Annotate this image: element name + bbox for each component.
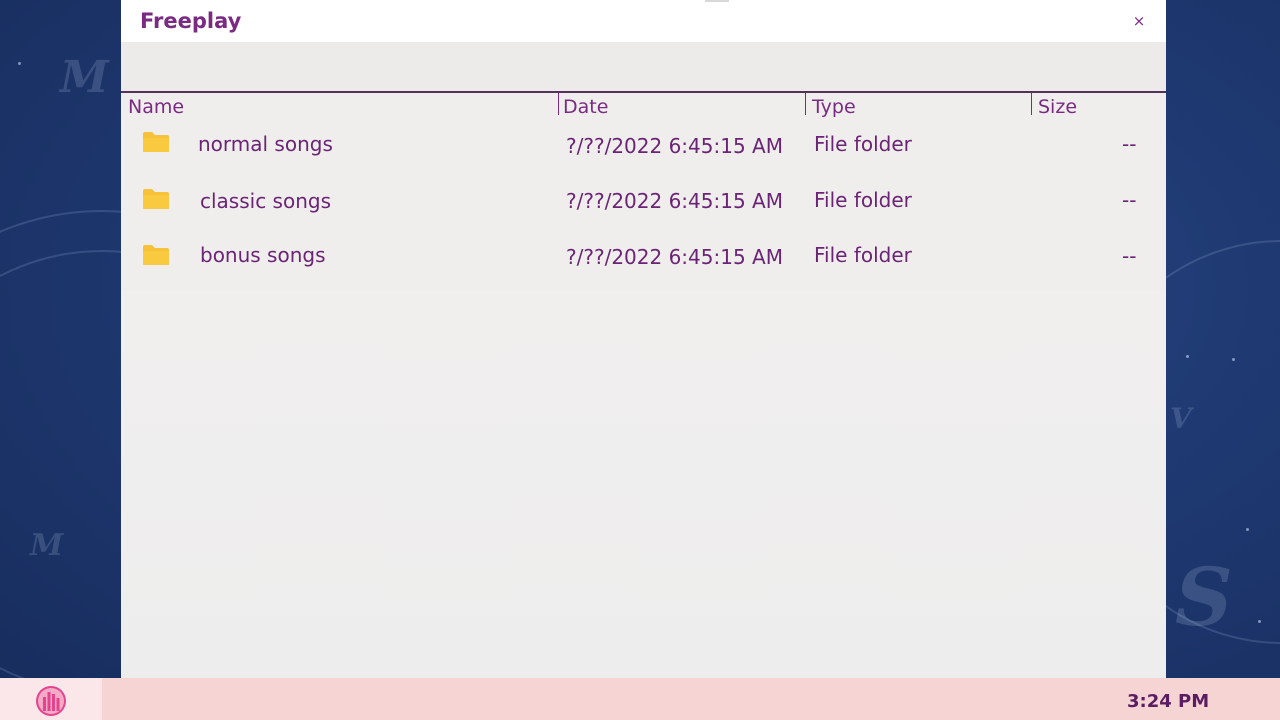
- drag-handle[interactable]: [705, 0, 729, 2]
- file-type: File folder: [814, 243, 912, 267]
- file-size: --: [1122, 132, 1137, 156]
- column-divider[interactable]: [558, 93, 559, 115]
- column-header-date[interactable]: Date: [563, 96, 608, 118]
- file-type: File folder: [814, 188, 912, 212]
- background-watermark: V: [1170, 402, 1192, 435]
- file-size: --: [1122, 244, 1137, 268]
- column-header-type[interactable]: Type: [812, 96, 856, 118]
- background-star: [1186, 355, 1189, 358]
- start-area: [0, 678, 102, 720]
- background-star: [18, 62, 21, 65]
- folder-icon: [143, 132, 169, 152]
- file-row[interactable]: bonus songs ?/??/2022 6:45:15 AM File fo…: [121, 230, 1166, 284]
- file-name: normal songs: [198, 132, 333, 156]
- column-divider[interactable]: [1031, 93, 1032, 115]
- window-titlebar[interactable]: Freeplay ×: [121, 0, 1166, 42]
- folder-icon: [143, 189, 169, 209]
- taskbar-clock[interactable]: 3:24 PM: [1127, 691, 1209, 712]
- file-row[interactable]: normal songs ?/??/2022 6:45:15 AM File f…: [121, 118, 1166, 172]
- file-name: bonus songs: [200, 243, 326, 267]
- file-row[interactable]: classic songs ?/??/2022 6:45:15 AM File …: [121, 174, 1166, 228]
- background-watermark: M: [30, 528, 64, 563]
- column-header-name[interactable]: Name: [128, 96, 184, 118]
- file-browser-window: Freeplay × Name Date Type Size normal so…: [121, 0, 1166, 678]
- toolbar: [121, 42, 1166, 91]
- file-date: ?/??/2022 6:45:15 AM: [566, 189, 783, 213]
- file-type: File folder: [814, 132, 912, 156]
- background-watermark: M: [60, 52, 109, 103]
- taskbar: 3:24 PM: [0, 678, 1280, 720]
- file-date: ?/??/2022 6:45:15 AM: [566, 134, 783, 158]
- background-star: [1232, 358, 1235, 361]
- window-title: Freeplay: [140, 9, 242, 33]
- file-size: --: [1122, 188, 1137, 212]
- background-star: [1258, 620, 1261, 623]
- column-header-size[interactable]: Size: [1038, 96, 1077, 118]
- folder-icon: [143, 245, 169, 265]
- close-button[interactable]: ×: [1129, 10, 1149, 32]
- column-divider[interactable]: [805, 93, 806, 115]
- file-name: classic songs: [200, 189, 332, 213]
- background-star: [1246, 528, 1249, 531]
- file-list-empty-area: [121, 290, 1166, 678]
- background-watermark: S: [1175, 550, 1233, 644]
- file-date: ?/??/2022 6:45:15 AM: [566, 245, 783, 269]
- city-logo-icon[interactable]: [35, 685, 67, 717]
